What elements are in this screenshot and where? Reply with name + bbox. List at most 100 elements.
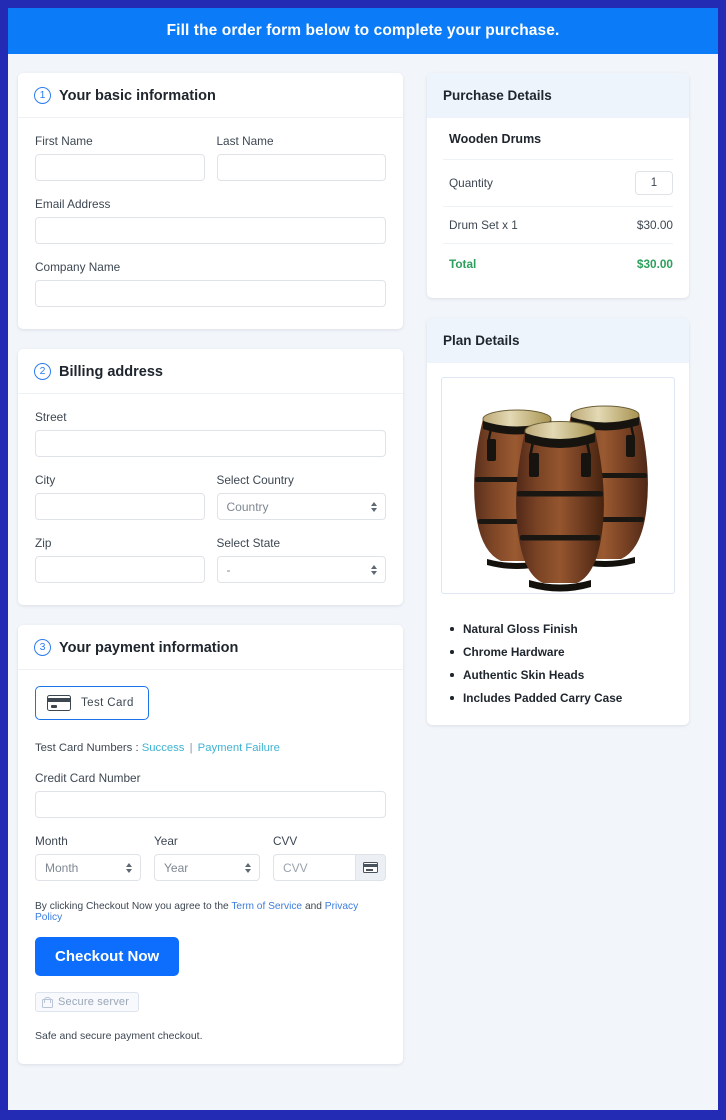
credit-card-icon [47,695,71,711]
page-inner: Fill the order form below to complete yo… [8,8,718,1110]
street-label: Street [35,410,67,424]
line-item-label: Drum Set x 1 [449,218,518,232]
credit-card-back-icon [363,862,378,873]
page-layout: 1 Your basic information First Name Last… [8,54,718,1084]
credit-card-number-group: Credit Card Number [35,771,386,818]
terms-of-service-link[interactable]: Term of Service [231,901,302,912]
test-card-tab[interactable]: Test Card [35,686,149,720]
terms-and: and [304,901,322,912]
zip-label: Zip [35,536,52,550]
step-number-3: 3 [34,639,51,656]
basic-information-header: 1 Your basic information [18,73,403,118]
line-item-row: Drum Set x 1 $30.00 [443,207,673,244]
state-group: Select State [216,536,386,583]
city-country-row: City Select Country [35,473,386,520]
month-select-wrap [35,854,141,881]
feature-item: Chrome Hardware [450,645,675,659]
test-success-link[interactable]: Success [142,742,185,754]
test-card-numbers-row: Test Card Numbers : Success | Payment Fa… [35,742,386,754]
name-row: First Name Last Name [35,134,386,181]
feature-list: Natural Gloss Finish Chrome Hardware Aut… [441,622,675,705]
terms-text: By clicking Checkout Now you agree to th… [35,901,386,923]
test-payment-failure-link[interactable]: Payment Failure [198,742,280,754]
plan-details-title: Plan Details [443,333,520,348]
billing-address-body: Street City Select Country Country Zip S… [18,394,403,605]
basic-information-card: 1 Your basic information First Name Last… [18,73,403,329]
state-select-wrap [216,556,386,583]
terms-prefix: By clicking Checkout Now you agree to th… [35,901,229,912]
city-input[interactable] [35,493,205,520]
email-label: Email Address [35,197,111,211]
year-label: Year [154,834,178,848]
total-row: Total $30.00 [443,244,673,282]
step-number-2: 2 [34,363,51,380]
payment-information-title: Your payment information [59,639,239,656]
drum-center [516,421,604,592]
test-card-numbers-label: Test Card Numbers : [35,742,139,754]
basic-information-title: Your basic information [59,87,216,104]
secure-server-label: Secure server [58,996,130,1008]
company-input[interactable] [35,280,386,307]
lock-icon [42,996,53,1008]
cvv-group: CVV [273,834,386,881]
product-image [441,377,675,594]
link-separator: | [189,742,193,754]
last-name-group: Last Name [216,134,386,181]
first-name-label: First Name [35,134,93,148]
street-input[interactable] [35,430,386,457]
plan-details-header: Plan Details [427,318,689,363]
form-column: 1 Your basic information First Name Last… [18,73,403,1084]
state-label: Select State [216,536,281,550]
step-number-1: 1 [34,87,51,104]
billing-address-header: 2 Billing address [18,349,403,394]
payment-information-body: Test Card Test Card Numbers : Success | … [18,670,403,1064]
product-name: Wooden Drums [443,118,673,160]
city-label: City [35,473,56,487]
cvv-input[interactable] [273,854,355,881]
checkout-now-button[interactable]: Checkout Now [35,937,180,976]
cvv-card-icon-addon [355,854,386,881]
basic-information-body: First Name Last Name Email Address Compa… [18,118,403,329]
summary-column: Purchase Details Wooden Drums Quantity D… [427,73,689,745]
feature-item: Authentic Skin Heads [450,668,675,682]
total-label: Total [449,257,477,271]
country-group: Select Country [216,473,386,520]
country-label: Select Country [216,473,294,487]
secure-server-badge: Secure server [35,992,140,1012]
street-group: Street [35,410,386,457]
city-group: City [35,473,205,520]
zip-state-row: Zip Select State [35,536,386,583]
zip-input[interactable] [35,556,205,583]
first-name-input[interactable] [35,154,205,181]
quantity-input[interactable] [635,171,673,195]
country-select[interactable] [216,493,386,520]
banner-text: Fill the order form below to complete yo… [166,22,560,39]
total-amount: $30.00 [636,257,673,271]
purchase-details-title: Purchase Details [443,88,552,103]
state-select[interactable] [216,556,386,583]
month-select[interactable] [35,854,141,881]
credit-card-number-input[interactable] [35,791,386,818]
purchase-details-header: Purchase Details [427,73,689,118]
year-select[interactable] [154,854,260,881]
cvv-input-group [273,854,386,881]
conga-drums-illustration [474,405,648,592]
quantity-label: Quantity [449,176,493,190]
quantity-row: Quantity [443,160,673,207]
line-item-amount: $30.00 [636,218,673,232]
payment-information-header: 3 Your payment information [18,625,403,670]
company-label: Company Name [35,260,121,274]
expiry-cvv-row: Month Year [35,834,386,881]
purchase-details-body: Wooden Drums Quantity Drum Set x 1 $30.0… [427,118,689,298]
email-group: Email Address [35,197,386,244]
feature-item: Natural Gloss Finish [450,622,675,636]
purchase-details-card: Purchase Details Wooden Drums Quantity D… [427,73,689,298]
billing-address-title: Billing address [59,363,163,380]
zip-group: Zip [35,536,205,583]
email-input[interactable] [35,217,386,244]
billing-address-card: 2 Billing address Street City Select Cou… [18,349,403,605]
month-group: Month [35,834,141,881]
last-name-input[interactable] [216,154,386,181]
page-banner: Fill the order form below to complete yo… [8,8,718,54]
cvv-label: CVV [273,834,298,848]
